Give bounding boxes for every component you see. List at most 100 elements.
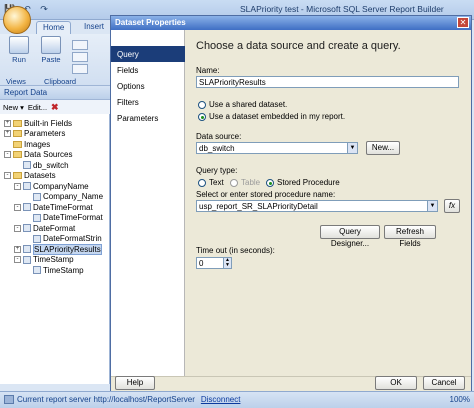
- refresh-fields-button[interactable]: Refresh Fields: [384, 225, 436, 248]
- radio-off-icon: [198, 100, 206, 109]
- tree-node[interactable]: - DateFormat: [14, 223, 75, 233]
- tree-node[interactable]: + SLAPriorityResults: [14, 243, 102, 255]
- shared-dataset-label: Use a shared dataset.: [209, 100, 288, 109]
- collapse-icon[interactable]: -: [14, 203, 21, 211]
- field-icon: [23, 224, 31, 232]
- tree-node[interactable]: TimeStamp: [24, 265, 84, 275]
- tree-node-label: Datasets: [24, 171, 56, 180]
- collapse-icon[interactable]: -: [14, 256, 21, 263]
- ok-button[interactable]: OK: [375, 376, 417, 390]
- close-icon[interactable]: ✕: [457, 17, 469, 28]
- report-data-tree: + Built-in Fields + Parameters Images - Data S…: [0, 114, 110, 384]
- redo-icon[interactable]: ↷: [37, 2, 51, 16]
- format-painter-icon[interactable]: [72, 64, 88, 74]
- tree-node[interactable]: - TimeStamp: [14, 255, 74, 265]
- run-button[interactable]: Run: [4, 36, 34, 64]
- nav-parameters[interactable]: Parameters: [111, 110, 185, 126]
- field-icon: [23, 161, 31, 169]
- nav-fields[interactable]: Fields: [111, 62, 185, 78]
- nav-filters[interactable]: Filters: [111, 94, 185, 110]
- paste-icon: [41, 36, 61, 54]
- tree-node[interactable]: - Data Sources: [4, 150, 72, 160]
- chevron-down-icon[interactable]: ▼: [427, 201, 437, 211]
- query-type-sp-radio[interactable]: Stored Procedure: [266, 178, 340, 187]
- radio-off-icon: [230, 178, 238, 187]
- run-label: Run: [12, 55, 26, 64]
- delete-icon[interactable]: ✖: [51, 102, 59, 113]
- tree-node-label: DateTimeFormat: [43, 213, 103, 222]
- tree-node[interactable]: - DateTimeFormat: [14, 202, 93, 212]
- copy-icon[interactable]: [72, 52, 88, 62]
- field-icon: [33, 213, 41, 222]
- server-status-text: Current report server http://localhost/R…: [17, 395, 195, 404]
- edit-button[interactable]: Edit...: [28, 103, 47, 112]
- paste-label: Paste: [41, 55, 61, 64]
- data-source-select[interactable]: db_switch ▼: [196, 142, 358, 154]
- tree-node-label: DateFormatStrin: [43, 234, 102, 243]
- tree-node-label: TimeStamp: [43, 265, 84, 275]
- group-clipboard: Clipboard: [44, 77, 77, 86]
- tree-node[interactable]: + Built-in Fields: [4, 118, 72, 128]
- query-type-text-label: Text: [209, 178, 224, 187]
- tree-node-label: Company_Name: [43, 192, 104, 201]
- query-type-sp-label: Stored Procedure: [277, 178, 340, 187]
- query-type-table-radio: Table: [230, 178, 260, 187]
- folder-icon: [13, 140, 22, 148]
- collapse-icon[interactable]: -: [14, 182, 21, 190]
- field-icon: [23, 203, 31, 211]
- folder-icon: [13, 172, 22, 179]
- tree-node[interactable]: Images: [4, 139, 50, 149]
- page-heading: Choose a data source and create a query.: [196, 40, 401, 52]
- window-title: SLAPriority test - Microsoft SQL Server …: [240, 4, 444, 14]
- tree-node-label: TimeStamp: [33, 255, 74, 264]
- new-dropdown[interactable]: New ▾: [3, 103, 24, 112]
- query-designer-button[interactable]: Query Designer...: [320, 225, 380, 248]
- disconnect-link[interactable]: Disconnect: [201, 395, 241, 404]
- dialog-nav: Query Fields Options Filters Parameters: [111, 30, 185, 376]
- stepper-arrows-icon[interactable]: ▲ ▼: [223, 258, 231, 268]
- ribbon-tabs: Home Insert: [0, 20, 110, 34]
- field-icon: [23, 245, 31, 253]
- query-type-text-radio[interactable]: Text: [198, 178, 224, 187]
- shared-dataset-radio[interactable]: Use a shared dataset.: [198, 100, 287, 109]
- collapse-icon[interactable]: -: [4, 172, 11, 179]
- tree-node[interactable]: DateFormatStrin: [24, 234, 102, 244]
- tab-insert[interactable]: Insert: [78, 21, 110, 34]
- collapse-icon[interactable]: -: [4, 151, 11, 158]
- tree-node[interactable]: - CompanyName: [14, 181, 89, 191]
- tree-node[interactable]: db_switch: [14, 160, 69, 170]
- nav-query[interactable]: Query: [111, 46, 185, 62]
- data-source-value: db_switch: [199, 144, 235, 153]
- expand-icon[interactable]: +: [4, 119, 11, 127]
- tree-node[interactable]: Company_Name: [24, 192, 103, 202]
- embedded-dataset-radio[interactable]: Use a dataset embedded in my report.: [198, 112, 345, 121]
- zoom-level[interactable]: 100%: [450, 395, 470, 404]
- data-source-label: Data source:: [196, 132, 242, 141]
- help-button[interactable]: Help: [115, 376, 155, 390]
- name-field[interactable]: SLAPriorityResults: [196, 76, 459, 88]
- new-data-source-button[interactable]: New...: [366, 141, 400, 155]
- report-data-header: Report Data: [0, 86, 110, 100]
- collapse-icon[interactable]: -: [14, 224, 21, 232]
- expression-button[interactable]: fx: [444, 199, 460, 213]
- cancel-button[interactable]: Cancel: [423, 376, 465, 390]
- paste-button[interactable]: Paste: [36, 36, 66, 64]
- tab-home[interactable]: Home: [36, 21, 72, 34]
- stored-procedure-label: Select or enter stored procedure name:: [196, 190, 336, 199]
- timeout-stepper[interactable]: 0 ▲ ▼: [196, 257, 232, 269]
- stored-procedure-select[interactable]: usp_report_SR_SLAPriorityDetail ▼: [196, 200, 438, 212]
- dataset-properties-dialog: Dataset Properties ✕ Query Fields Option…: [110, 15, 472, 392]
- tree-node-label: db_switch: [33, 160, 69, 170]
- chevron-down-icon[interactable]: ▼: [347, 143, 357, 153]
- tree-node-label: DateTimeFormat: [33, 202, 93, 212]
- expand-icon[interactable]: +: [4, 130, 11, 137]
- tree-node[interactable]: + Parameters: [4, 129, 65, 139]
- field-icon: [33, 192, 41, 201]
- tree-node-label: Built-in Fields: [24, 118, 73, 128]
- nav-options[interactable]: Options: [111, 78, 185, 94]
- tree-node[interactable]: DateTimeFormat: [24, 213, 103, 223]
- expand-icon[interactable]: +: [14, 245, 21, 253]
- tree-node[interactable]: - Datasets: [4, 171, 56, 181]
- cut-icon[interactable]: [72, 40, 88, 50]
- run-icon: [9, 36, 29, 54]
